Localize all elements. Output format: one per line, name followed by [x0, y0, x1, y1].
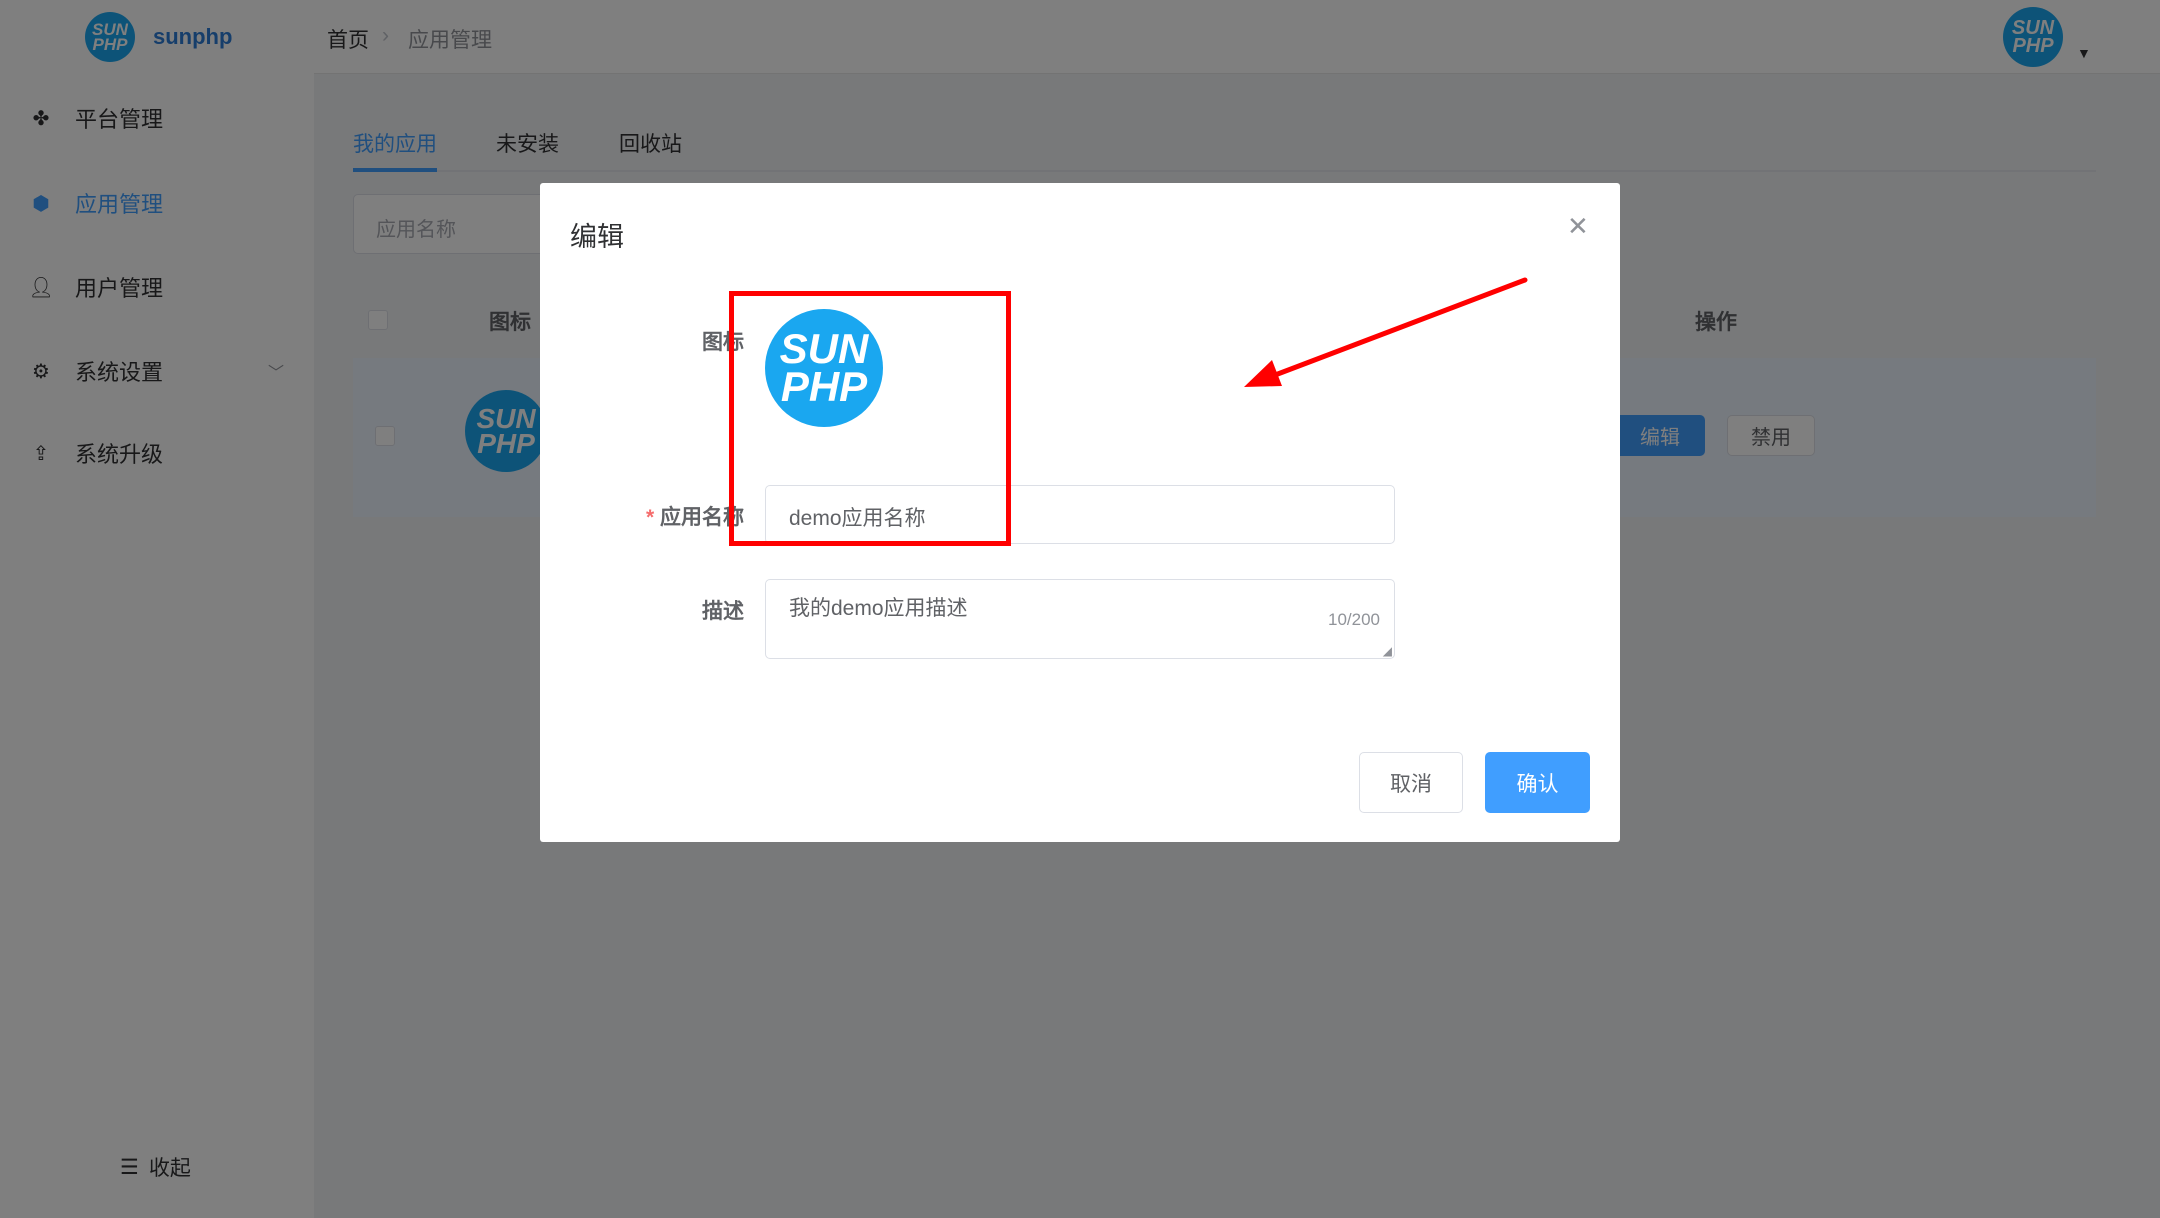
annotation-arrow-icon — [1244, 277, 1528, 387]
